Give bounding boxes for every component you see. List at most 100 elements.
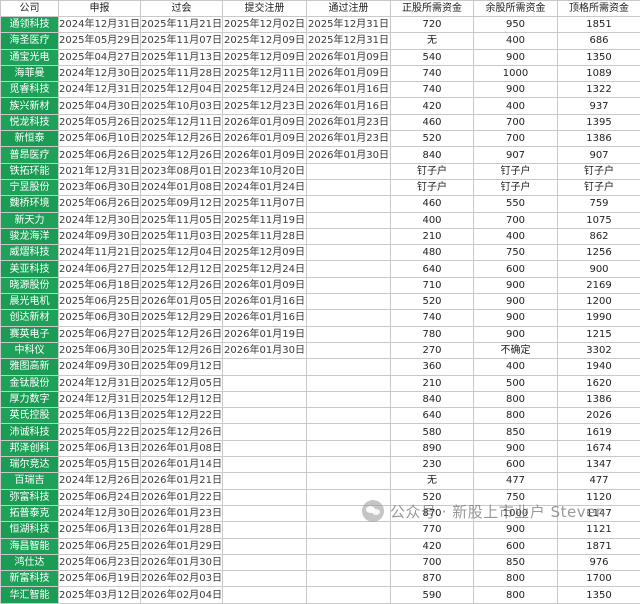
remainder-funds: 钉子户 [474, 163, 558, 179]
table-row: 雅图高新2024年09月30日2025年09月12日3604001940 [1, 359, 640, 375]
submit-registration-date: 2026年01月30日 [223, 342, 307, 358]
registration-approved-date: 2026年01月16日 [307, 82, 391, 98]
max-funds: 1350 [558, 49, 640, 65]
company-name: 觅睿科技 [1, 82, 59, 98]
header-row: 公司申报过会提交注册通过注册正股所需资金余股所需资金顶格所需资金 [1, 1, 640, 17]
approval-date: 2025年11月28日 [141, 65, 223, 81]
submit-registration-date [223, 408, 307, 424]
filing-date: 2024年12月30日 [59, 212, 141, 228]
approval-date: 2025年11月21日 [141, 17, 223, 33]
remainder-funds: 400 [474, 359, 558, 375]
main-share-funds: 460 [391, 114, 474, 130]
filing-date: 2024年09月30日 [59, 359, 141, 375]
company-name: 海昌智能 [1, 538, 59, 554]
company-name: 通领科技 [1, 17, 59, 33]
table-row: 通宝光电2025年04月27日2025年11月13日2025年12月09日202… [1, 49, 640, 65]
main-share-funds: 710 [391, 277, 474, 293]
table-row: 海菲曼2024年12月30日2025年11月28日2025年12月11日2026… [1, 65, 640, 81]
submit-registration-date [223, 440, 307, 456]
table-row: 晓源股份2025年06月18日2025年12月26日2026年01月09日710… [1, 277, 640, 293]
main-share-funds: 钉子户 [391, 179, 474, 195]
submit-registration-date: 2023年10月20日 [223, 163, 307, 179]
max-funds: 1386 [558, 131, 640, 147]
approval-date: 2025年12月29日 [141, 310, 223, 326]
table-row: 骏龙海洋2024年09月30日2025年11月03日2025年11月28日210… [1, 228, 640, 244]
company-name: 普昂医疗 [1, 147, 59, 163]
max-funds: 钉子户 [558, 179, 640, 195]
filing-date: 2025年06月25日 [59, 538, 141, 554]
registration-approved-date [307, 424, 391, 440]
max-funds: 686 [558, 33, 640, 49]
main-share-funds: 640 [391, 261, 474, 277]
submit-registration-date: 2025年11月19日 [223, 212, 307, 228]
main-share-funds: 360 [391, 359, 474, 375]
remainder-funds: 500 [474, 375, 558, 391]
main-share-funds: 840 [391, 391, 474, 407]
registration-approved-date: 2026年01月23日 [307, 114, 391, 130]
column-header-approved: 过会 [141, 1, 223, 17]
column-header-registration-approved: 通过注册 [307, 1, 391, 17]
remainder-funds: 750 [474, 245, 558, 261]
filing-date: 2025年05月15日 [59, 457, 141, 473]
company-name: 新富科技 [1, 571, 59, 587]
company-name: 中科仪 [1, 342, 59, 358]
submit-registration-date: 2025年12月23日 [223, 98, 307, 114]
submit-registration-date [223, 473, 307, 489]
company-name: 通宝光电 [1, 49, 59, 65]
main-share-funds: 590 [391, 587, 474, 603]
max-funds: 1256 [558, 245, 640, 261]
company-name: 瑞尔竞达 [1, 457, 59, 473]
approval-date: 2025年12月11日 [141, 114, 223, 130]
table-row: 恒湖科技2025年06月13日2026年01月28日7709001121 [1, 522, 640, 538]
filing-date: 2025年06月19日 [59, 571, 141, 587]
max-funds: 1147 [558, 505, 640, 521]
submit-registration-date: 2026年01月09日 [223, 277, 307, 293]
main-share-funds: 520 [391, 489, 474, 505]
filing-date: 2025年06月18日 [59, 277, 141, 293]
table-row: 创达新材2025年06月30日2025年12月29日2026年01月16日740… [1, 310, 640, 326]
submit-registration-date: 2026年01月16日 [223, 310, 307, 326]
filing-date: 2024年12月31日 [59, 17, 141, 33]
main-share-funds: 700 [391, 554, 474, 570]
table-row: 鸿仕达2025年06月23日2026年01月30日700850976 [1, 554, 640, 570]
registration-approved-date [307, 163, 391, 179]
company-name: 海菲曼 [1, 65, 59, 81]
filing-date: 2025年06月13日 [59, 408, 141, 424]
submit-registration-date [223, 522, 307, 538]
company-name: 海圣医疗 [1, 33, 59, 49]
main-share-funds: 420 [391, 98, 474, 114]
max-funds: 1120 [558, 489, 640, 505]
column-header-max-funds: 顶格所需资金 [558, 1, 640, 17]
remainder-funds: 850 [474, 554, 558, 570]
submit-registration-date [223, 489, 307, 505]
company-name: 宁昱股份 [1, 179, 59, 195]
company-name: 创达新材 [1, 310, 59, 326]
max-funds: 1075 [558, 212, 640, 228]
column-header-company: 公司 [1, 1, 59, 17]
approval-date: 2025年12月05日 [141, 375, 223, 391]
max-funds: 1871 [558, 538, 640, 554]
registration-approved-date [307, 359, 391, 375]
registration-approved-date [307, 522, 391, 538]
registration-approved-date: 2026年01月30日 [307, 147, 391, 163]
filing-date: 2025年06月27日 [59, 326, 141, 342]
main-share-funds: 210 [391, 228, 474, 244]
table-row: 弥富科技2025年06月24日2026年01月22日5207501120 [1, 489, 640, 505]
table-row: 海圣医疗2025年05月29日2025年11月07日2025年12月09日202… [1, 33, 640, 49]
registration-approved-date: 2025年12月31日 [307, 33, 391, 49]
registration-approved-date [307, 587, 391, 603]
company-name: 英氏控股 [1, 408, 59, 424]
registration-approved-date: 2025年12月31日 [307, 17, 391, 33]
approval-date: 2025年12月22日 [141, 408, 223, 424]
remainder-funds: 550 [474, 196, 558, 212]
remainder-funds: 400 [474, 33, 558, 49]
submit-registration-date [223, 587, 307, 603]
registration-approved-date [307, 440, 391, 456]
submit-registration-date [223, 424, 307, 440]
main-share-funds: 520 [391, 294, 474, 310]
approval-date: 2026年02月04日 [141, 587, 223, 603]
registration-approved-date [307, 391, 391, 407]
approval-date: 2025年11月07日 [141, 33, 223, 49]
filing-date: 2025年06月30日 [59, 342, 141, 358]
remainder-funds: 800 [474, 571, 558, 587]
